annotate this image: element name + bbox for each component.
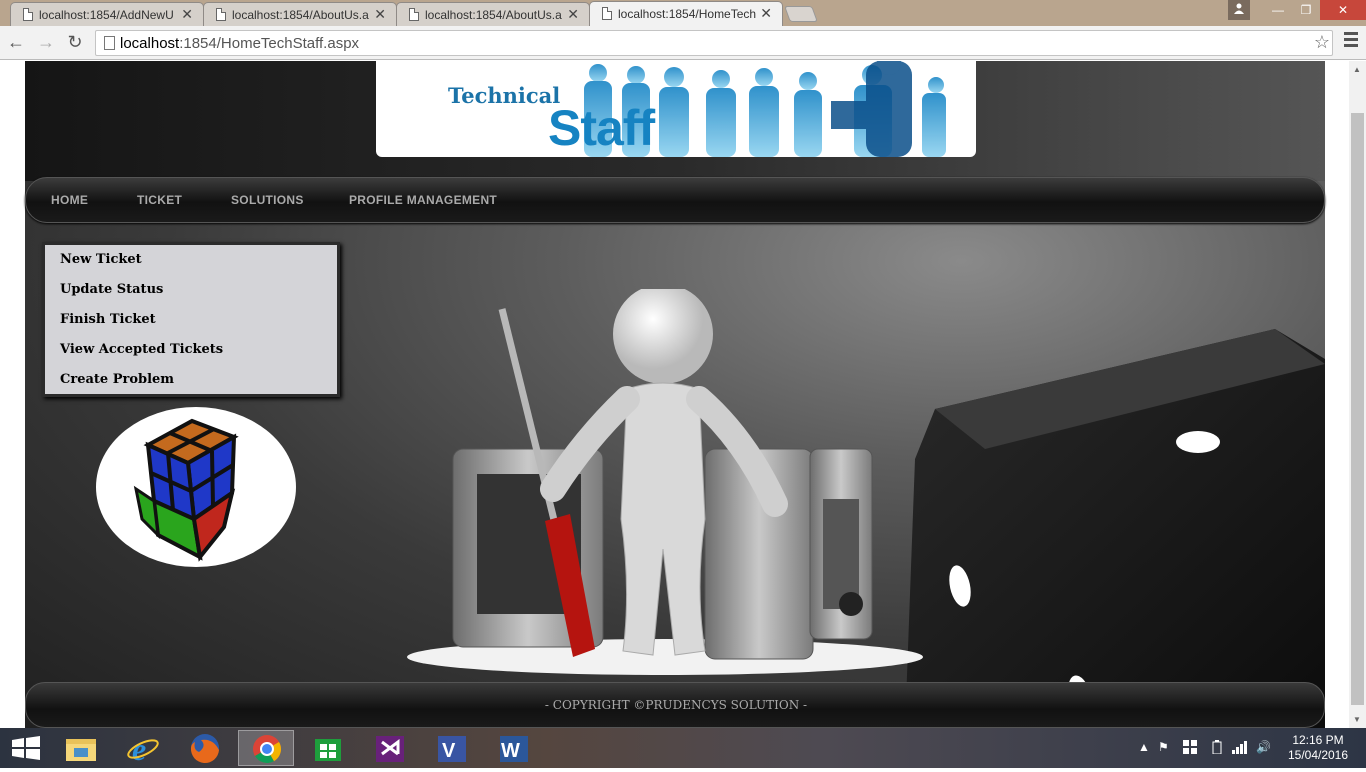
banner-title-line2: Staff: [548, 100, 655, 156]
show-hidden-icons-icon[interactable]: ▲: [1138, 740, 1150, 754]
clock-date: 15/04/2016: [1287, 748, 1349, 762]
tab-close-icon[interactable]: ✕: [567, 6, 579, 23]
page-icon: [23, 8, 33, 21]
page-scrollbar[interactable]: ▲ ▼: [1349, 61, 1366, 728]
firefox-icon[interactable]: [177, 730, 233, 766]
action-center-flag-icon[interactable]: ⚑: [1158, 740, 1169, 754]
close-window-button[interactable]: ✕: [1320, 0, 1366, 20]
technical-staff-banner: Technical Staff: [376, 61, 976, 157]
page-viewport: Technical Staff HOME TICKET SOLUTIONS PR…: [0, 61, 1349, 728]
nav-home[interactable]: HOME: [51, 193, 88, 207]
browser-toolbar: ← → ↻ localhost:1854/HomeTechStaff.aspx …: [0, 26, 1366, 60]
page-icon: [602, 7, 612, 20]
bookmark-star-icon[interactable]: ☆: [1314, 32, 1330, 53]
nav-solutions[interactable]: SOLUTIONS: [231, 193, 304, 207]
tab-close-icon[interactable]: ✕: [181, 6, 193, 23]
volume-icon[interactable]: 🔊: [1256, 740, 1271, 754]
staff-silhouettes-image: [584, 61, 946, 157]
tab-title: localhost:1854/AddNewU: [39, 8, 174, 22]
tab-title: localhost:1854/AboutUs.a: [425, 8, 562, 22]
address-bar[interactable]: localhost:1854/HomeTechStaff.aspx ☆: [95, 30, 1333, 56]
svg-text:V: V: [442, 740, 456, 762]
store-icon[interactable]: [300, 730, 356, 766]
maximize-button[interactable]: ❐: [1292, 0, 1320, 20]
battery-icon[interactable]: [1212, 740, 1222, 757]
visio-icon[interactable]: V: [424, 730, 480, 766]
internet-explorer-icon[interactable]: e: [115, 730, 171, 767]
nav-ticket[interactable]: TICKET: [137, 193, 182, 207]
page-icon: [216, 8, 226, 21]
forward-button[interactable]: →: [36, 32, 56, 53]
windows-taskbar: e V W ▲ ⚑ 🔊 12:16 PM 15/04/2016: [0, 728, 1366, 768]
tab-title: localhost:1854/HomeTech: [618, 7, 757, 21]
address-url[interactable]: localhost:1854/HomeTechStaff.aspx: [120, 35, 359, 52]
nav-profile-management[interactable]: PROFILE MANAGEMENT: [349, 193, 497, 207]
windows-start-icon[interactable]: [0, 730, 56, 766]
banner-title-line1: Technical: [448, 83, 561, 108]
network-signal-icon[interactable]: [1232, 740, 1248, 757]
reload-button[interactable]: ↻: [65, 32, 85, 53]
menu-new-ticket[interactable]: New Ticket: [60, 252, 142, 267]
chrome-icon[interactable]: [238, 730, 294, 766]
site-footer: - COPYRIGHT ©PRUDENCYS SOLUTION -: [25, 682, 1325, 728]
tab-close-icon[interactable]: ✕: [760, 5, 772, 22]
user-profile-icon[interactable]: [1228, 0, 1250, 20]
browser-tab-active[interactable]: localhost:1854/HomeTech ✕: [589, 1, 783, 27]
copyright-text: - COPYRIGHT ©PRUDENCYS SOLUTION -: [544, 698, 808, 712]
minimize-button[interactable]: —: [1264, 0, 1292, 20]
visual-studio-icon[interactable]: [362, 730, 418, 766]
cube-logo: [96, 407, 296, 567]
clock-time: 12:16 PM: [1292, 733, 1344, 747]
menu-create-problem[interactable]: Create Problem: [60, 372, 174, 387]
hero-illustration: [407, 289, 1325, 728]
menu-update-status[interactable]: Update Status: [60, 282, 163, 297]
menu-finish-ticket[interactable]: Finish Ticket: [60, 312, 156, 327]
svg-text:W: W: [501, 740, 520, 762]
page-icon: [409, 8, 419, 21]
tab-title: localhost:1854/AboutUs.a: [232, 8, 369, 22]
rubiks-cube-icon: [133, 418, 239, 562]
main-navigation: HOME TICKET SOLUTIONS PROFILE MANAGEMENT: [25, 177, 1325, 223]
browser-tab[interactable]: localhost:1854/AboutUs.a ✕: [203, 2, 397, 27]
scrollbar-thumb[interactable]: [1351, 113, 1364, 705]
tab-close-icon[interactable]: ✕: [374, 6, 386, 23]
browser-tab[interactable]: localhost:1854/AboutUs.a ✕: [396, 2, 590, 27]
browser-tab[interactable]: localhost:1854/AddNewU ✕: [10, 2, 204, 27]
site-container: Technical Staff HOME TICKET SOLUTIONS PR…: [25, 61, 1325, 728]
word-icon[interactable]: W: [486, 730, 542, 766]
menu-view-accepted-tickets[interactable]: View Accepted Tickets: [60, 342, 223, 357]
page-icon: [104, 36, 115, 50]
new-tab-button[interactable]: [784, 6, 818, 22]
file-explorer-icon[interactable]: [53, 730, 109, 766]
scroll-down-icon[interactable]: ▼: [1353, 715, 1361, 724]
system-clock[interactable]: 12:16 PM 15/04/2016: [1286, 733, 1350, 763]
tab-strip: localhost:1854/AddNewU ✕ localhost:1854/…: [0, 0, 1366, 27]
window-controls: — ❐ ✕: [1228, 0, 1366, 20]
svg-text:e: e: [132, 731, 146, 766]
scroll-up-icon[interactable]: ▲: [1353, 65, 1361, 74]
chrome-menu-icon[interactable]: [1344, 32, 1358, 50]
ticket-submenu: New Ticket Update Status Finish Ticket V…: [42, 242, 340, 397]
back-button[interactable]: ←: [6, 32, 26, 53]
windows-flag-tray-icon[interactable]: [1183, 740, 1197, 757]
